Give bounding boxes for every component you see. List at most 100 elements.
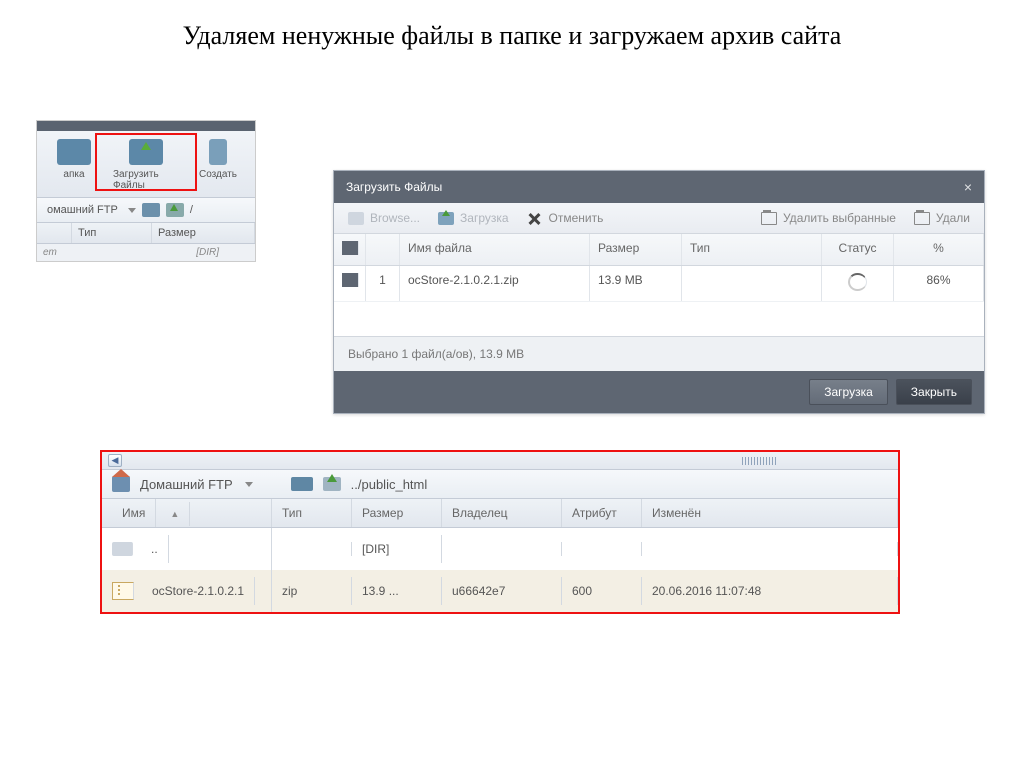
snippet-footer: em [DIR]: [37, 244, 255, 261]
toolbar-snippet: апка Загрузить Файлы Создать омашний FTP…: [36, 120, 256, 262]
current-path: ../public_html: [351, 477, 428, 492]
checkbox-header[interactable]: [334, 234, 366, 265]
tool-upload[interactable]: Загрузить Файлы: [113, 137, 179, 193]
upload-label: Загрузка: [460, 211, 509, 225]
snippet-header: Тип Размер: [37, 223, 255, 244]
scroll-left-icon[interactable]: ◀: [108, 454, 122, 467]
breadcrumb-slash: /: [190, 204, 193, 216]
page-title: Удаляем ненужные файлы в папке и загружа…: [0, 0, 1024, 61]
col-size[interactable]: Размер: [590, 234, 682, 265]
breadcrumb-row: омашний FTP /: [37, 198, 255, 223]
folder-icon: [348, 212, 364, 225]
spinner-icon: [848, 273, 867, 291]
row-status: [822, 266, 894, 301]
up-arrow-icon[interactable]: [323, 477, 341, 491]
row-modified: 20.06.2016 11:07:48: [642, 577, 898, 605]
col-status[interactable]: Статус: [822, 234, 894, 265]
row-name: ocStore-2.1.0.2.1: [142, 577, 255, 605]
row-type: [682, 266, 822, 301]
listing-navbar: Домашний FTP ../public_html: [102, 470, 898, 499]
window-chrome: [37, 121, 255, 131]
col-owner[interactable]: Владелец: [442, 499, 562, 527]
dialog-table-header: Имя файла Размер Тип Статус %: [334, 234, 984, 266]
col-type[interactable]: Тип: [72, 223, 152, 243]
new-icon: [209, 139, 227, 165]
browse-label: Browse...: [370, 211, 420, 225]
upload-button[interactable]: Загрузка: [438, 211, 509, 225]
breadcrumb-home[interactable]: омашний FTP: [43, 202, 122, 218]
list-item[interactable]: ocStore-2.1.0.2.1 zip 13.9 ... u66642e7 …: [102, 570, 898, 612]
dialog-actions: Browse... Загрузка Отменить Удалить выбр…: [334, 203, 984, 234]
upload-row[interactable]: 1 ocStore-2.1.0.2.1.zip 13.9 MB 86%: [334, 266, 984, 302]
row-percent: 86%: [894, 266, 984, 301]
sort-asc-icon: ▲: [160, 502, 190, 526]
row-name: ..: [141, 535, 169, 563]
col-filename[interactable]: Имя файла: [400, 234, 590, 265]
cancel-button[interactable]: Отменить: [527, 211, 604, 225]
drive-icon[interactable]: [142, 203, 160, 217]
row-filename: ocStore-2.1.0.2.1.zip: [400, 266, 590, 301]
col-type[interactable]: Тип: [272, 499, 352, 527]
cancel-label: Отменить: [549, 211, 604, 225]
col-percent[interactable]: %: [894, 234, 984, 265]
col-name[interactable]: Имя▲: [102, 499, 272, 527]
col-type[interactable]: Тип: [682, 234, 822, 265]
dialog-titlebar: Загрузить Файлы ×: [334, 171, 984, 203]
row-type: zip: [272, 577, 352, 605]
close-icon[interactable]: ×: [964, 179, 972, 195]
row-attr: 600: [562, 577, 642, 605]
folder-icon: [112, 542, 133, 556]
scroll-grip[interactable]: [742, 457, 778, 465]
upload-folder-icon: [129, 139, 163, 165]
dialog-summary: Выбрано 1 файл(а/ов), 13.9 MB: [334, 336, 984, 371]
home-icon[interactable]: [112, 476, 130, 492]
file-listing: ◀ Домашний FTP ../public_html Имя▲ Тип Р…: [100, 450, 900, 614]
browse-button[interactable]: Browse...: [348, 211, 420, 225]
tool-folder-label: апка: [63, 169, 84, 180]
row-owner: u66642e7: [442, 577, 562, 605]
upload-icon: [438, 212, 454, 225]
cancel-icon: [527, 212, 543, 225]
footer-em: em: [43, 247, 57, 258]
dialog-title: Загрузить Файлы: [346, 180, 442, 194]
zip-icon: [112, 582, 134, 600]
row-index: 1: [366, 266, 400, 301]
row-attr: [562, 542, 642, 556]
folder-icon: [57, 139, 91, 165]
row-size: 13.9 ...: [352, 577, 442, 605]
row-checkbox[interactable]: [334, 266, 366, 301]
col-size[interactable]: Размер: [352, 499, 442, 527]
upload-dialog: Загрузить Файлы × Browse... Загрузка Отм…: [333, 170, 985, 414]
delete-button[interactable]: Удали: [914, 211, 970, 225]
tool-new-label: Создать: [199, 169, 237, 180]
dialog-button-row: Загрузка Закрыть: [334, 371, 984, 413]
tool-folder[interactable]: апка: [41, 137, 107, 193]
col-size[interactable]: Размер: [152, 223, 255, 243]
tool-upload-label: Загрузить Файлы: [113, 169, 179, 191]
col-modified[interactable]: Изменён: [642, 499, 898, 527]
delete-selected-button[interactable]: Удалить выбранные: [761, 211, 896, 225]
col-attr[interactable]: Атрибут: [562, 499, 642, 527]
row-modified: [642, 542, 898, 556]
trash-icon: [914, 212, 930, 225]
tool-new[interactable]: Создать: [185, 137, 251, 193]
delete-selected-label: Удалить выбранные: [783, 211, 896, 225]
row-owner: [442, 542, 562, 556]
row-size: 13.9 MB: [590, 266, 682, 301]
dialog-close-button[interactable]: Закрыть: [896, 379, 972, 405]
listing-header: Имя▲ Тип Размер Владелец Атрибут Изменён: [102, 499, 898, 528]
row-type: [272, 542, 352, 556]
drive-icon[interactable]: [291, 477, 313, 491]
row-size: [DIR]: [352, 535, 442, 563]
toolbar-row: апка Загрузить Файлы Создать: [37, 131, 255, 198]
chevron-down-icon[interactable]: [245, 482, 253, 487]
list-item[interactable]: .. [DIR]: [102, 528, 898, 570]
dialog-upload-button[interactable]: Загрузка: [809, 379, 888, 405]
delete-label: Удали: [936, 211, 970, 225]
footer-dir: [DIR]: [196, 247, 219, 258]
home-ftp-label[interactable]: Домашний FTP: [140, 477, 233, 492]
horizontal-scrollbar[interactable]: ◀: [102, 452, 898, 470]
chevron-down-icon[interactable]: [128, 208, 136, 213]
up-arrow-icon[interactable]: [166, 203, 184, 217]
trash-icon: [761, 212, 777, 225]
